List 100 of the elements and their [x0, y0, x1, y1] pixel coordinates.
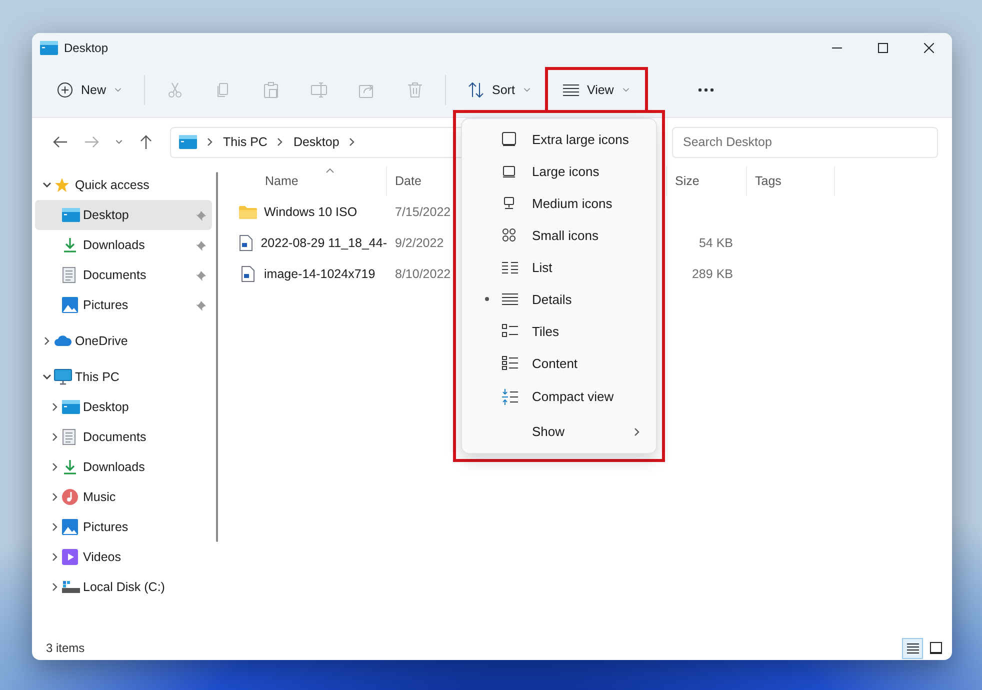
- nav-item[interactable]: Pictures: [35, 290, 212, 320]
- picture-icon: [62, 519, 78, 535]
- menu-item[interactable]: List: [462, 251, 656, 283]
- picture-icon: [62, 297, 78, 313]
- menu-item[interactable]: Show: [462, 414, 656, 449]
- sort-caret-icon: [326, 168, 334, 173]
- nav-item[interactable]: Videos: [35, 542, 212, 572]
- square-icon: [502, 132, 516, 146]
- document-icon: [62, 429, 76, 445]
- expand-chevron-icon[interactable]: [50, 402, 60, 412]
- download-arrow-icon: [62, 459, 78, 475]
- back-arrow-icon: [53, 136, 67, 148]
- column-header[interactable]: Size: [667, 166, 747, 196]
- scrollbar[interactable]: [216, 172, 218, 542]
- folder-icon: [239, 204, 257, 218]
- expand-chevron-icon[interactable]: [50, 492, 60, 502]
- view-button[interactable]: View: [550, 73, 642, 107]
- trash-icon: [407, 82, 424, 98]
- expand-chevron-icon[interactable]: [50, 582, 60, 592]
- desktop-icon: [62, 208, 80, 222]
- menu-item[interactable]: Large icons: [462, 155, 656, 187]
- column-header[interactable]: Name: [232, 166, 387, 196]
- chevron-right-icon: [205, 137, 215, 147]
- lines-icon: [502, 292, 518, 306]
- up-arrow-icon: [140, 135, 152, 149]
- four-circles-icon: [502, 228, 516, 242]
- file-name[interactable]: 2022-08-29 11_18_44-: [260, 236, 387, 250]
- cloud-icon: [54, 335, 72, 347]
- compact-arrows-icon: [502, 388, 518, 404]
- nav-item[interactable]: Pictures: [35, 512, 212, 542]
- sort-button[interactable]: Sort: [456, 73, 543, 107]
- content-icon: [502, 356, 518, 370]
- menu-item[interactable]: Small icons: [462, 219, 656, 251]
- new-button[interactable]: New: [45, 73, 134, 107]
- plus-circle-icon: [57, 82, 73, 98]
- clipboard-icon: [263, 82, 280, 98]
- nav-item[interactable]: Downloads: [35, 452, 212, 482]
- nav-item[interactable]: Quick access: [35, 170, 212, 200]
- search-field[interactable]: Search Desktop: [672, 126, 938, 158]
- nav-item[interactable]: Documents: [35, 422, 212, 452]
- list-icon: [502, 260, 518, 274]
- image-file-icon: [241, 266, 255, 282]
- nav-item[interactable]: Documents: [35, 260, 212, 290]
- window-title: Desktop: [64, 41, 110, 55]
- date-modified: 7/15/2022: [395, 204, 451, 218]
- expand-chevron-icon[interactable]: [50, 552, 60, 562]
- expand-chevron-icon[interactable]: [50, 432, 60, 442]
- file-name[interactable]: image-14-1024x719: [264, 266, 376, 280]
- breadcrumb[interactable]: This PC: [223, 135, 268, 149]
- nav-item[interactable]: Desktop: [35, 392, 212, 422]
- app-icon: [40, 41, 58, 55]
- expand-chevron-icon[interactable]: [50, 522, 60, 532]
- breadcrumb[interactable]: Desktop: [293, 135, 340, 149]
- image-file-icon: [239, 234, 254, 250]
- close-icon: [924, 43, 934, 53]
- nav-item[interactable]: OneDrive: [35, 326, 212, 356]
- nav-item[interactable]: Local Disk (C:): [35, 572, 212, 602]
- details-lines-icon: [906, 642, 918, 654]
- menu-item[interactable]: Medium icons: [462, 187, 656, 219]
- expand-chevron-icon[interactable]: [42, 372, 52, 382]
- menu-item[interactable]: Content: [462, 347, 656, 379]
- desktop-icon: [62, 400, 80, 414]
- chevron-down-icon: [115, 138, 123, 146]
- date-modified: 8/10/2022: [395, 266, 451, 280]
- monitor-icon: [54, 369, 72, 385]
- square-icon: [502, 164, 516, 178]
- menu-item[interactable]: Compact view: [462, 379, 656, 414]
- desktop-icon: [179, 135, 197, 149]
- document-icon: [62, 267, 76, 283]
- file-name[interactable]: Windows 10 ISO: [264, 204, 358, 218]
- more-dots-icon: [698, 88, 714, 92]
- maximize-icon: [878, 43, 888, 53]
- nav-item[interactable]: Downloads: [35, 230, 212, 260]
- tiles-icon: [502, 324, 518, 338]
- menu-item[interactable]: Details: [462, 283, 656, 315]
- details-view-button[interactable]: [902, 638, 923, 658]
- expand-chevron-icon[interactable]: [50, 462, 60, 472]
- caret-icon: [622, 86, 630, 94]
- star-icon: [54, 177, 70, 193]
- nav-item[interactable]: Music: [35, 482, 212, 512]
- forward-arrow-icon: [85, 136, 99, 148]
- download-arrow-icon: [62, 237, 78, 253]
- expand-chevron-icon[interactable]: [42, 180, 52, 190]
- nav-item[interactable]: This PC: [35, 362, 212, 392]
- file-size: 54 KB: [698, 236, 733, 250]
- share-icon: [359, 82, 376, 98]
- caret-icon: [522, 86, 531, 94]
- nav-item[interactable]: Desktop: [35, 200, 212, 230]
- expand-chevron-icon[interactable]: [42, 336, 52, 346]
- caret-icon: [114, 86, 122, 94]
- rename-icon: [311, 82, 328, 98]
- scissors-icon: [167, 82, 184, 98]
- music-note-icon: [62, 489, 78, 505]
- date-modified: 9/2/2022: [395, 236, 444, 250]
- monitor-icon: [502, 196, 516, 210]
- status-text: 3 items: [46, 641, 86, 655]
- sort-arrows-icon: [468, 82, 484, 98]
- square-icon: [930, 642, 942, 654]
- column-header[interactable]: Tags: [747, 166, 835, 196]
- menu-item[interactable]: Tiles: [462, 315, 656, 347]
